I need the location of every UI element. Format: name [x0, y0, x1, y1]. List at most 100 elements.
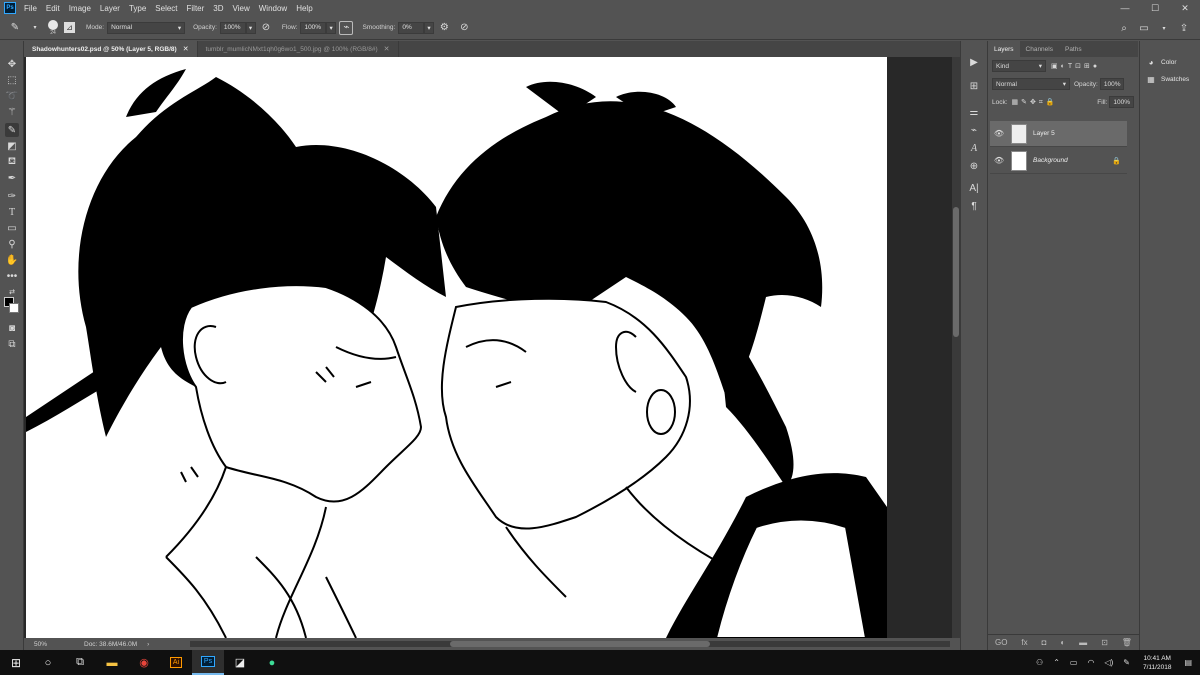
notifications-icon[interactable]: ▤: [1184, 658, 1192, 667]
vertical-scroll-thumb[interactable]: [953, 207, 959, 337]
marquee-tool-icon[interactable]: ⬚: [5, 73, 19, 87]
smoothing-input[interactable]: 0%: [398, 21, 425, 34]
network-icon[interactable]: ▭: [1070, 658, 1078, 667]
paint-bucket-tool-icon[interactable]: ⛾: [5, 155, 19, 169]
flow-dropdown[interactable]: ▾: [326, 21, 337, 34]
quick-mask-icon[interactable]: ◙: [5, 321, 19, 335]
layer-row-background[interactable]: 👁 Background 🔒: [990, 148, 1127, 174]
color-panel-button[interactable]: ◕ Color: [1146, 57, 1177, 67]
brush-tool-icon[interactable]: ✎: [8, 21, 22, 35]
clone-source-icon[interactable]: ⊕: [967, 159, 981, 173]
menu-type[interactable]: Type: [129, 4, 146, 13]
menu-layer[interactable]: Layer: [100, 4, 120, 13]
more-tools-icon[interactable]: •••: [5, 269, 19, 283]
glyphs-icon[interactable]: A|: [967, 181, 981, 195]
tab-shadowhunters[interactable]: Shadowhunters02.psd @ 50% (Layer 5, RGB/…: [24, 41, 198, 57]
filter-icons[interactable]: ▣◐T⊡⊞●: [1051, 62, 1100, 70]
status-menu-arrow[interactable]: ›: [147, 641, 149, 648]
character-icon[interactable]: A: [967, 141, 981, 155]
background-color-swatch[interactable]: [9, 303, 19, 313]
layer-style-icon[interactable]: fx: [1021, 638, 1027, 647]
layer-opacity-input[interactable]: 100%: [1099, 78, 1125, 90]
tab-layers[interactable]: Layers: [988, 41, 1020, 57]
workspace-icon[interactable]: ▭: [1137, 21, 1151, 35]
smoothing-dropdown[interactable]: ▾: [424, 21, 435, 34]
file-explorer-icon[interactable]: ▬: [96, 650, 128, 675]
hand-tool-icon[interactable]: ✋: [5, 253, 19, 267]
menu-file[interactable]: File: [24, 4, 37, 13]
menu-3d[interactable]: 3D: [213, 4, 223, 13]
zoom-level[interactable]: 50%: [34, 641, 78, 648]
cortana-icon[interactable]: ○: [32, 650, 64, 675]
move-tool-icon[interactable]: ✥: [5, 57, 19, 71]
chevron-down-icon[interactable]: ▾: [1157, 21, 1171, 35]
chrome-icon[interactable]: ◉: [128, 650, 160, 675]
chevron-up-icon[interactable]: ⌃: [1053, 658, 1060, 667]
gear-icon[interactable]: ⚙: [437, 21, 451, 35]
adjustments-icon[interactable]: ⊞: [967, 79, 981, 93]
flow-input[interactable]: 100%: [300, 21, 327, 34]
tab-channels[interactable]: Channels: [1020, 41, 1059, 57]
swatches-panel-button[interactable]: ▦ Swatches: [1146, 74, 1189, 84]
pen-workspace-icon[interactable]: ✎: [1123, 658, 1130, 667]
close-button[interactable]: ✕: [1170, 0, 1200, 16]
tab-tumblr[interactable]: tumblr_mumlicNMxt1qh0g6wo1_500.jpg @ 100…: [197, 41, 399, 57]
opacity-dropdown[interactable]: ▾: [245, 21, 256, 34]
adjustment-layer-icon[interactable]: ◐: [1060, 638, 1065, 647]
brush-tool-icon[interactable]: ✎: [5, 123, 19, 137]
horizontal-scroll-thumb[interactable]: [450, 641, 710, 647]
new-layer-icon[interactable]: ⊡: [1101, 638, 1108, 647]
photoshop-taskbar-icon[interactable]: Ps: [192, 650, 224, 675]
task-view-icon[interactable]: ⧉: [64, 650, 96, 675]
chat-app-icon[interactable]: ●: [256, 650, 288, 675]
close-icon[interactable]: ✕: [183, 45, 189, 53]
screen-mode-icon[interactable]: ⧉: [5, 337, 19, 351]
vertical-scrollbar[interactable]: [952, 57, 960, 638]
menu-edit[interactable]: Edit: [46, 4, 60, 13]
add-mask-icon[interactable]: ◘: [1042, 638, 1047, 647]
lock-icons[interactable]: ▦✎✥⌗🔒: [1012, 98, 1058, 107]
pressure-size-icon[interactable]: ⊘: [457, 21, 471, 35]
link-layers-icon[interactable]: GO: [995, 638, 1007, 647]
search-icon[interactable]: ⌕: [1117, 21, 1131, 35]
blend-mode-select[interactable]: Normal ▾: [992, 78, 1070, 90]
mode-select[interactable]: Normal ▾: [107, 21, 186, 34]
airbrush-icon[interactable]: ⌁: [339, 20, 354, 35]
rectangle-tool-icon[interactable]: ▭: [5, 221, 19, 235]
fill-input[interactable]: 100%: [1109, 96, 1134, 108]
menu-window[interactable]: Window: [259, 4, 287, 13]
chevron-down-icon[interactable]: ▾: [28, 21, 42, 35]
paragraph-icon[interactable]: ¶: [967, 199, 981, 213]
magic-wand-tool-icon[interactable]: ⚚: [5, 105, 19, 119]
tab-paths[interactable]: Paths: [1059, 41, 1088, 57]
horizontal-scrollbar[interactable]: [190, 641, 950, 647]
illustrator-icon[interactable]: Ai: [160, 650, 192, 675]
menu-select[interactable]: Select: [155, 4, 177, 13]
people-icon[interactable]: ⚇: [1036, 658, 1043, 667]
trash-icon[interactable]: 🗑: [1122, 638, 1132, 647]
brush-settings-icon[interactable]: ⊿: [64, 22, 75, 33]
menu-filter[interactable]: Filter: [187, 4, 205, 13]
eye-icon[interactable]: 👁: [993, 156, 1005, 165]
layer-row-layer-5[interactable]: 👁 Layer 5: [990, 121, 1127, 147]
windows-start-icon[interactable]: ⊞: [0, 650, 32, 675]
artwork-canvas[interactable]: [26, 57, 887, 638]
pen-tool-icon[interactable]: ✑: [5, 189, 19, 203]
taskbar-clock[interactable]: 10:41 AM 7/11/2018: [1143, 654, 1171, 672]
eye-icon[interactable]: 👁: [993, 129, 1005, 138]
eraser-tool-icon[interactable]: ◩: [5, 139, 19, 153]
volume-icon[interactable]: ◁): [1104, 658, 1113, 667]
type-tool-icon[interactable]: T: [5, 205, 19, 219]
brush-preset-picker[interactable]: 24: [48, 19, 58, 36]
menu-help[interactable]: Help: [296, 4, 312, 13]
brush-settings-icon[interactable]: ⌁: [967, 123, 981, 137]
new-group-icon[interactable]: ▬: [1079, 638, 1087, 647]
lasso-tool-icon[interactable]: ➰: [5, 89, 19, 103]
pressure-opacity-icon[interactable]: ⊘: [259, 21, 273, 35]
minimize-button[interactable]: —: [1110, 0, 1140, 16]
menu-image[interactable]: Image: [69, 4, 91, 13]
canvas-area[interactable]: [24, 57, 960, 638]
kind-filter-select[interactable]: Kind ▾: [992, 60, 1046, 72]
play-icon[interactable]: ▶: [967, 55, 981, 69]
opacity-input[interactable]: 100%: [219, 21, 246, 34]
